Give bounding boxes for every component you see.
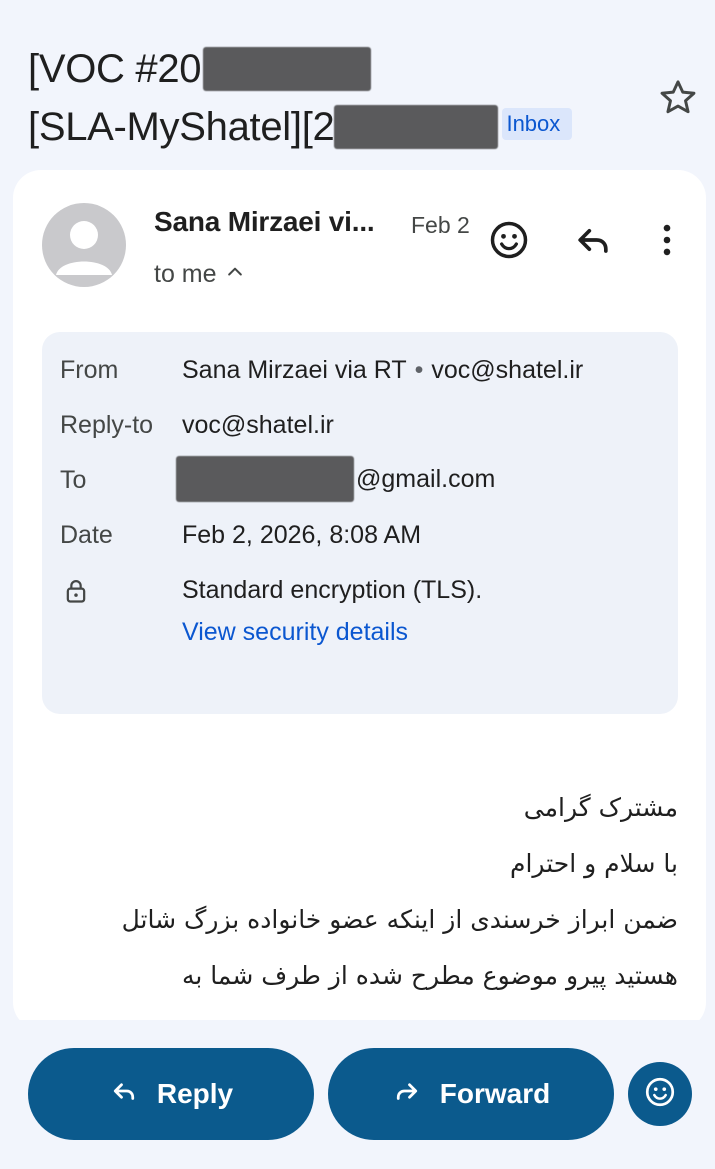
email-subject: [VOC #20 [SLA-MyShatel][2 Inbox: [28, 40, 638, 156]
redacted-block: [334, 105, 499, 149]
star-icon[interactable]: [656, 76, 700, 120]
forward-icon: [392, 1076, 422, 1113]
subject-line-1: [VOC #20: [28, 40, 638, 98]
react-button[interactable]: [628, 1062, 692, 1126]
to-label: To: [60, 466, 87, 494]
reply-icon[interactable]: [571, 218, 615, 262]
chevron-up-icon: [225, 260, 245, 289]
forward-button-label: Forward: [439, 1078, 551, 1109]
reply-icon: [109, 1076, 139, 1113]
from-label: From: [60, 356, 119, 384]
avatar[interactable]: [42, 203, 126, 287]
body-line: ضمن ابراز خرسندی از اینکه عضو خانواده بز…: [121, 905, 678, 934]
subject-text-1: [VOC #20: [28, 47, 202, 91]
view-security-details-link[interactable]: View security details: [182, 618, 408, 647]
to-email-suffix: @gmail.com: [356, 464, 496, 493]
from-value: Sana Mirzaei via RT • voc@shatel.ir: [182, 356, 583, 385]
body-line: مشترک گرامی: [523, 793, 678, 822]
recipient-toggle[interactable]: to me: [154, 260, 245, 289]
bottom-action-bar: Reply Forward: [0, 1020, 715, 1169]
body-line: هستید پیرو موضوع مطرح شده از طرف شما به: [181, 961, 678, 990]
from-email[interactable]: voc@shatel.ir: [431, 356, 583, 385]
emoji-icon: [643, 1075, 677, 1114]
reply-button-label: Reply: [156, 1078, 234, 1109]
to-value[interactable]: @gmail.com: [176, 456, 495, 502]
date-label: Date: [60, 521, 113, 549]
add-reaction-icon[interactable]: [487, 218, 531, 262]
message-card: Sana Mirzaei vi... Feb 2 to me From Sana…: [13, 170, 706, 1030]
redacted-block: [203, 47, 372, 91]
reply-button[interactable]: Reply: [28, 1048, 314, 1140]
forward-button[interactable]: Forward: [328, 1048, 614, 1140]
inbox-label-chip[interactable]: Inbox: [502, 108, 573, 140]
message-date: Feb 2: [411, 212, 470, 238]
sender-name[interactable]: Sana Mirzaei vi...: [154, 206, 375, 238]
recipient-summary: to me: [154, 260, 217, 288]
redacted-block: [176, 456, 354, 502]
message-body: مشترک گرامی با سلام و احترام ضمن ابراز خ…: [43, 780, 678, 1004]
more-options-icon[interactable]: [645, 218, 689, 262]
subject-text-2: [SLA-MyShatel][2: [28, 105, 335, 149]
replyto-value[interactable]: voc@shatel.ir: [182, 411, 334, 440]
replyto-label: Reply-to: [60, 411, 154, 439]
lock-icon: [62, 576, 90, 613]
email-view: [VOC #20 [SLA-MyShatel][2 Inbox Sana Mir…: [0, 0, 715, 1169]
separator-dot: •: [414, 356, 424, 384]
body-line: با سلام و احترام: [510, 849, 678, 878]
from-name[interactable]: Sana Mirzaei via RT: [182, 356, 407, 385]
message-details: From Sana Mirzaei via RT • voc@shatel.ir…: [42, 332, 678, 714]
date-value: Feb 2, 2026, 8:08 AM: [182, 521, 422, 549]
security-text: Standard encryption (TLS).: [182, 576, 483, 604]
subject-line-2: [SLA-MyShatel][2 Inbox: [28, 98, 638, 156]
